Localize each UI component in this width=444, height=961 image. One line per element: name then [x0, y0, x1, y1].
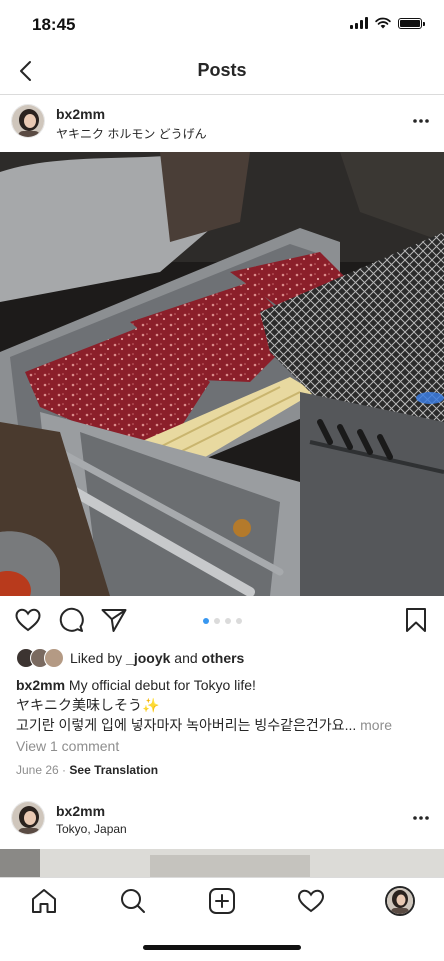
carousel-indicator: [0, 618, 444, 624]
profile-avatar[interactable]: [385, 886, 415, 916]
liked-by-joiner: and: [174, 650, 198, 666]
home-indicator[interactable]: [143, 945, 301, 950]
avatar[interactable]: [11, 801, 45, 835]
likes-row[interactable]: Liked by _jooyk and others: [16, 647, 244, 669]
next-post-location[interactable]: Tokyo, Japan: [56, 822, 127, 836]
post-location[interactable]: ヤキニク ホルモン どうげん: [56, 125, 207, 142]
caption-line-1: My official debut for Tokyo life!: [68, 677, 256, 693]
caption-more-link[interactable]: more: [360, 717, 392, 733]
wifi-icon: [375, 17, 391, 29]
bookmark-icon[interactable]: [402, 606, 430, 634]
view-comments-link[interactable]: View 1 comment: [16, 738, 119, 754]
liked-by-prefix: Liked by: [70, 650, 123, 666]
battery-icon: [398, 17, 425, 29]
status-icons: [350, 17, 425, 29]
post-caption: bx2mm My official debut for Tokyo life! …: [16, 675, 430, 735]
meta-separator: ·: [62, 763, 67, 777]
status-bar: 18:45: [0, 0, 444, 50]
cellular-signal-icon: [350, 17, 368, 29]
avatar[interactable]: [11, 104, 45, 138]
more-options-icon[interactable]: [412, 815, 430, 821]
carousel-dot: [213, 618, 220, 624]
page-title: Posts: [197, 60, 247, 80]
post-header: bx2mm ヤキニク ホルモン どうげん: [0, 94, 444, 150]
next-post-username[interactable]: bx2mm: [56, 803, 105, 819]
post-meta: June 26 · See Translation: [16, 763, 158, 777]
activity-heart-icon[interactable]: [296, 886, 326, 916]
nav-bar: Posts: [0, 50, 444, 95]
next-post-header: bx2mm Tokyo, Japan: [0, 791, 444, 847]
see-translation-link[interactable]: See Translation: [69, 763, 158, 777]
post-photo[interactable]: [0, 152, 444, 596]
carousel-dot: [224, 618, 231, 624]
carousel-dot: [202, 618, 209, 624]
carousel-dot: [235, 618, 242, 624]
next-post-photo[interactable]: [0, 849, 444, 877]
status-time: 18:45: [32, 15, 76, 34]
liked-by-avatars: [16, 648, 64, 668]
post-actions: [0, 604, 444, 640]
add-post-icon[interactable]: [207, 886, 237, 916]
search-icon[interactable]: [118, 886, 148, 916]
liked-by-others[interactable]: others: [202, 650, 245, 666]
more-options-icon[interactable]: [412, 118, 430, 124]
home-icon[interactable]: [29, 886, 59, 916]
tab-bar: [0, 877, 444, 961]
liked-by-user[interactable]: _jooyk: [126, 650, 170, 666]
caption-username[interactable]: bx2mm: [16, 677, 65, 693]
caption-line-3: 고기란 이렇게 입에 넣자마자 녹아버리는 빙수같은건가요...: [16, 717, 357, 733]
caption-line-2: ヤキニク美味しそう✨: [16, 697, 160, 713]
post-username[interactable]: bx2mm: [56, 106, 105, 122]
post-date: June 26: [16, 763, 59, 777]
